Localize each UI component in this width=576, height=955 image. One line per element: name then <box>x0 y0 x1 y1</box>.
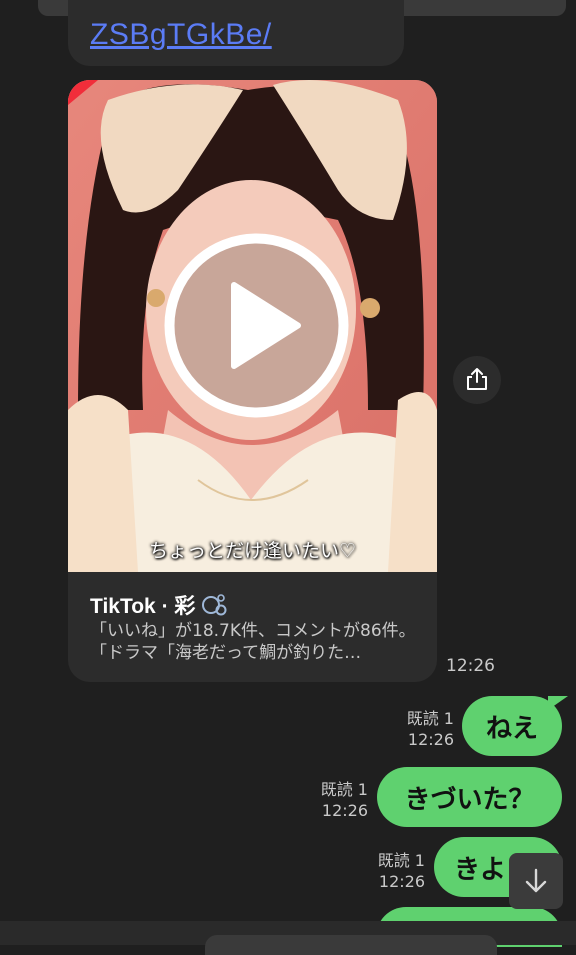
message-text: きづいた？ <box>404 784 535 815</box>
tiktok-link-preview[interactable]: ちょっとだけ逢いたい♡ TikTok · 彩 「いいね」が18.7K件、コメント… <box>68 80 437 682</box>
link-message-bubble[interactable]: ZSBgTGkBe/ <box>68 0 404 66</box>
read-receipt: 既読 1 <box>406 709 454 728</box>
message-meta: 既読 1 12:26 <box>400 708 454 750</box>
read-receipt: 既読 1 <box>377 851 425 870</box>
message-text: きよ <box>454 854 507 885</box>
play-button[interactable] <box>164 233 349 418</box>
outgoing-message-bubble[interactable]: ねえ <box>462 696 562 756</box>
message-time: 12:26 <box>446 656 495 676</box>
share-button[interactable] <box>453 356 501 404</box>
video-caption: ちょっとだけ逢いたい♡ <box>148 540 357 562</box>
message-time: 12:26 <box>321 801 368 820</box>
tiktok-title-text: TikTok · 彩 <box>90 595 196 618</box>
outgoing-message-bubble[interactable]: きづいた？ <box>377 767 562 827</box>
message-time: 12:26 <box>378 872 425 891</box>
read-receipt: 既読 1 <box>320 780 368 799</box>
scroll-to-bottom-button[interactable] <box>509 853 563 909</box>
tiktok-title: TikTok · 彩 <box>90 590 227 622</box>
soap-bubbles-icon <box>201 592 227 622</box>
message-meta: 既読 1 12:26 <box>314 779 368 821</box>
video-thumbnail[interactable]: ちょっとだけ逢いたい♡ <box>68 80 437 572</box>
bubble-tail <box>548 696 568 710</box>
message-text: ねえ <box>485 713 538 744</box>
arrow-down-icon <box>525 868 547 893</box>
play-icon <box>164 233 349 418</box>
message-input-field[interactable] <box>205 935 497 955</box>
link-text[interactable]: ZSBgTGkBe/ <box>90 18 272 52</box>
tiktok-description: 「いいね」が18.7K件、コメントが86件。「ドラマ「海老だって鯛が釣りた… <box>90 621 416 663</box>
message-meta: 既読 1 12:26 <box>371 850 425 892</box>
share-icon <box>467 368 487 390</box>
message-time: 12:26 <box>407 730 454 749</box>
